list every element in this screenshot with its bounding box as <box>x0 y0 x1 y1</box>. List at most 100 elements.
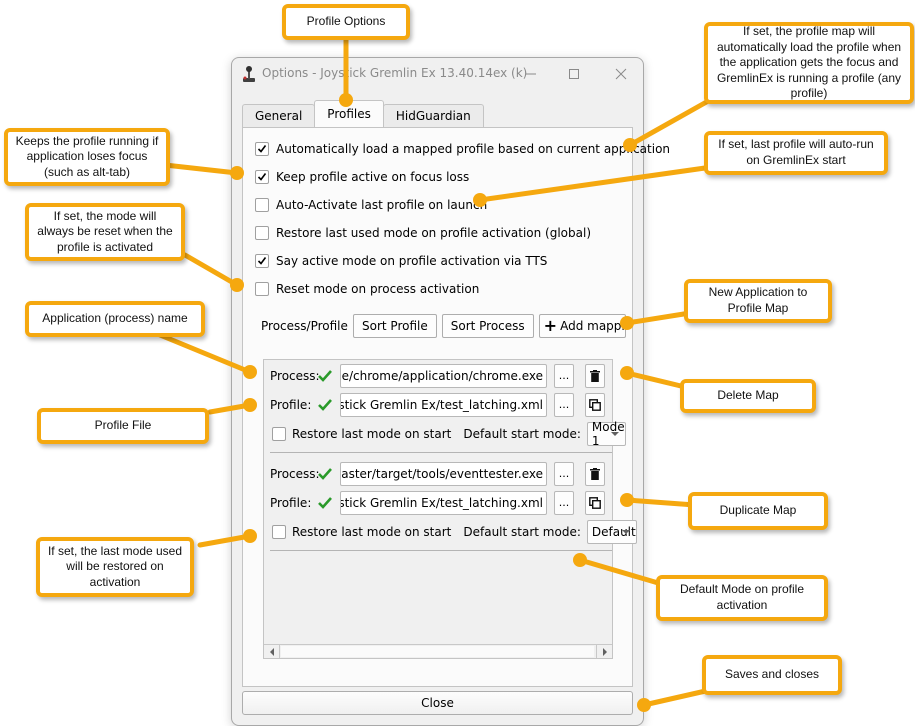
mapping-toolbar: Process/Profile map Sort Profile Sort Pr… <box>261 314 631 338</box>
check-icon <box>257 145 267 153</box>
scroll-right-button[interactable] <box>596 645 612 658</box>
joystick-icon <box>243 66 255 82</box>
option-reset-mode[interactable]: Reset mode on process activation <box>255 280 479 298</box>
leader-saves-closes <box>641 687 713 708</box>
option-label: Say active mode on profile activation vi… <box>276 254 548 268</box>
option-label: Keep profile active on focus loss <box>276 170 470 184</box>
close-button[interactable]: Close <box>242 691 633 715</box>
mode-row: Restore last mode on start Default start… <box>270 520 637 544</box>
callout-app-name: Application (process) name <box>25 301 205 337</box>
add-mapping-button[interactable]: + Add mapping <box>538 314 626 338</box>
checkbox[interactable] <box>255 254 269 268</box>
duplicate-map-button[interactable] <box>585 393 605 417</box>
scrollbar-thumb[interactable] <box>281 646 594 657</box>
option-label: Auto-Activate last profile on launch <box>276 198 488 212</box>
process-row: Process: oogle/chrome/application/chrome… <box>270 364 612 388</box>
checkbox[interactable] <box>255 142 269 156</box>
option-tts[interactable]: Say active mode on profile activation vi… <box>255 252 547 270</box>
option-label: Automatically load a mapped profile base… <box>276 142 671 156</box>
valid-check-icon <box>318 497 340 509</box>
valid-check-icon <box>318 468 340 480</box>
close-window-button[interactable] <box>610 64 632 84</box>
process-profile-map-label: Process/Profile map <box>261 319 349 333</box>
process-path-input[interactable]: oogle/chrome/application/chrome.exe <box>340 364 547 388</box>
profile-row: Profile: /Joystick Gremlin Ex/test_latch… <box>270 393 612 417</box>
leader-reset-mode <box>182 252 240 288</box>
checkbox[interactable] <box>255 198 269 212</box>
profile-label: Profile: <box>270 398 312 412</box>
checkbox[interactable] <box>255 170 269 184</box>
process-label: Process: <box>270 369 320 383</box>
callout-delete-map: Delete Map <box>680 379 816 413</box>
process-label: Process: <box>270 467 320 481</box>
callout-keep-running: Keeps the profile running if application… <box>4 128 170 186</box>
callout-default-mode: Default Mode on profile activation <box>656 575 828 621</box>
browse-process-button[interactable]: ... <box>554 364 574 388</box>
browse-profile-button[interactable]: ... <box>554 393 574 417</box>
arrow-right-icon <box>602 647 607 656</box>
maximize-icon <box>569 69 579 79</box>
browse-process-button[interactable]: ... <box>554 462 574 486</box>
horizontal-scrollbar[interactable] <box>264 644 612 658</box>
default-start-mode-select[interactable]: Default <box>586 520 637 544</box>
restore-last-mode-checkbox[interactable] <box>272 525 286 539</box>
tab-profiles[interactable]: Profiles <box>314 100 384 127</box>
duplicate-icon <box>589 497 601 509</box>
default-start-mode-label: Default start mode: <box>463 525 581 539</box>
chevron-down-icon <box>610 432 619 436</box>
option-auto-activate[interactable]: Auto-Activate last profile on launch <box>255 196 487 214</box>
default-start-mode-select[interactable]: Mode 1 <box>586 420 626 448</box>
process-row: Process: ustmaster/target/tools/eventtes… <box>270 462 612 486</box>
sort-process-button[interactable]: Sort Process <box>441 314 534 338</box>
scroll-left-button[interactable] <box>264 645 280 658</box>
callout-saves-closes: Saves and closes <box>702 655 842 695</box>
checkbox[interactable] <box>255 226 269 240</box>
mapping-list[interactable]: Process: oogle/chrome/application/chrome… <box>263 359 637 659</box>
plus-icon: + <box>543 316 558 335</box>
duplicate-map-button[interactable] <box>585 491 605 515</box>
tab-bar: General Profiles HidGuardian <box>242 100 484 127</box>
mapping-separator <box>270 452 612 453</box>
minimize-icon <box>526 73 536 75</box>
valid-check-icon <box>318 370 340 382</box>
leader-keep-running <box>162 162 240 176</box>
options-window: Options - Joystick Gremlin Ex 13.40.14ex… <box>231 57 670 726</box>
check-icon <box>257 257 267 265</box>
callout-profile-options: Profile Options <box>282 4 410 40</box>
check-icon <box>257 173 267 181</box>
delete-map-button[interactable] <box>585 462 605 486</box>
process-path-input[interactable]: ustmaster/target/tools/eventtester.exe <box>340 462 547 486</box>
callout-reset-mode: If set, the mode will always be reset wh… <box>25 203 185 261</box>
default-start-mode-label: Default start mode: <box>463 427 581 441</box>
delete-map-button[interactable] <box>585 364 605 388</box>
option-label: Reset mode on process activation <box>276 282 480 296</box>
restore-last-mode-label: Restore last mode on start <box>292 427 452 441</box>
profiles-tab-panel: Automatically load a mapped profile base… <box>242 127 670 687</box>
option-auto-load[interactable]: Automatically load a mapped profile base… <box>255 140 670 158</box>
title-bar[interactable]: Options - Joystick Gremlin Ex 13.40.14ex… <box>232 58 643 90</box>
checkbox[interactable] <box>255 282 269 296</box>
browse-profile-button[interactable]: ... <box>554 491 574 515</box>
minimize-button[interactable] <box>520 64 542 84</box>
option-restore-global[interactable]: Restore last used mode on profile activa… <box>255 224 591 242</box>
sort-profile-button[interactable]: Sort Profile <box>353 314 437 338</box>
callout-new-map: New Application to Profile Map <box>684 279 832 323</box>
option-keep-active[interactable]: Keep profile active on focus loss <box>255 168 469 186</box>
tab-general[interactable]: General <box>242 104 316 127</box>
window-title: Options - Joystick Gremlin Ex 13.40.14ex… <box>262 66 528 80</box>
tab-hidguardian[interactable]: HidGuardian <box>382 104 484 127</box>
profile-path-input[interactable]: /Joystick Gremlin Ex/test_latching.xml <box>340 491 547 515</box>
option-label: Restore last used mode on profile activa… <box>276 226 592 240</box>
profile-label: Profile: <box>270 496 312 510</box>
callout-restore-last: If set, the last mode used will be resto… <box>36 537 194 597</box>
restore-last-mode-checkbox[interactable] <box>272 427 286 441</box>
profile-path-input[interactable]: /Joystick Gremlin Ex/test_latching.xml <box>340 393 547 417</box>
callout-auto-run: If set, last profile will auto-run on Gr… <box>704 131 888 175</box>
arrow-left-icon <box>269 647 274 656</box>
profile-row: Profile: /Joystick Gremlin Ex/test_latch… <box>270 491 612 515</box>
trash-icon <box>590 370 600 382</box>
callout-duplicate-map: Duplicate Map <box>688 492 828 530</box>
trash-icon <box>590 468 600 480</box>
maximize-button[interactable] <box>563 64 585 84</box>
mapping-separator <box>270 550 612 551</box>
